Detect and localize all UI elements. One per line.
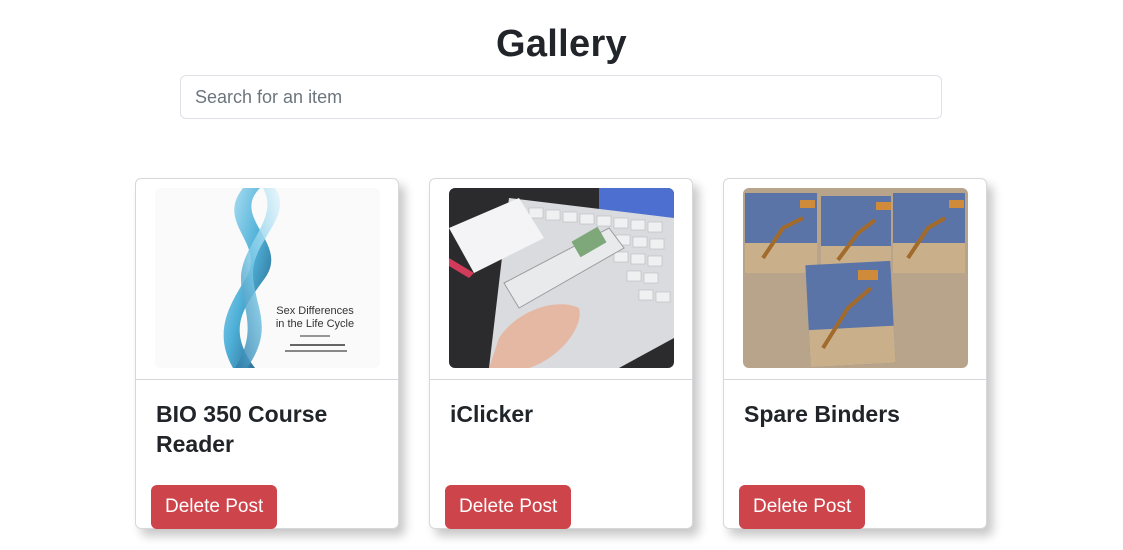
card-image-book-cover[interactable]: Sex Differences in the Life Cycle [155, 188, 380, 368]
delete-post-button[interactable]: Delete Post [445, 485, 572, 529]
card-image-area [724, 179, 986, 380]
gallery-card: Sex Differences in the Life Cycle BIO 35… [135, 178, 399, 529]
cover-title-line1: Sex Differences [276, 305, 354, 317]
delete-post-button[interactable]: Delete Post [151, 485, 278, 529]
gallery-card: iClicker Delete Post [429, 178, 693, 529]
card-image-iclicker-photo[interactable] [449, 188, 674, 368]
search-input[interactable] [180, 75, 942, 119]
gallery-page: Gallery Search for an item Sex Differenc… [0, 0, 1123, 550]
card-image-binders-photo[interactable] [743, 188, 968, 368]
card-title: Spare Binders [744, 401, 900, 427]
gallery-card: Spare Binders Delete Post [723, 178, 987, 529]
page-title: Gallery [496, 23, 627, 65]
card-image-area [430, 179, 692, 380]
card-image-area: Sex Differences in the Life Cycle [136, 179, 398, 380]
cover-title-line2: in the Life Cycle [276, 318, 354, 330]
delete-post-button[interactable]: Delete Post [739, 485, 866, 529]
card-title: BIO 350 Course Reader [156, 401, 328, 457]
card-title: iClicker [450, 401, 534, 427]
